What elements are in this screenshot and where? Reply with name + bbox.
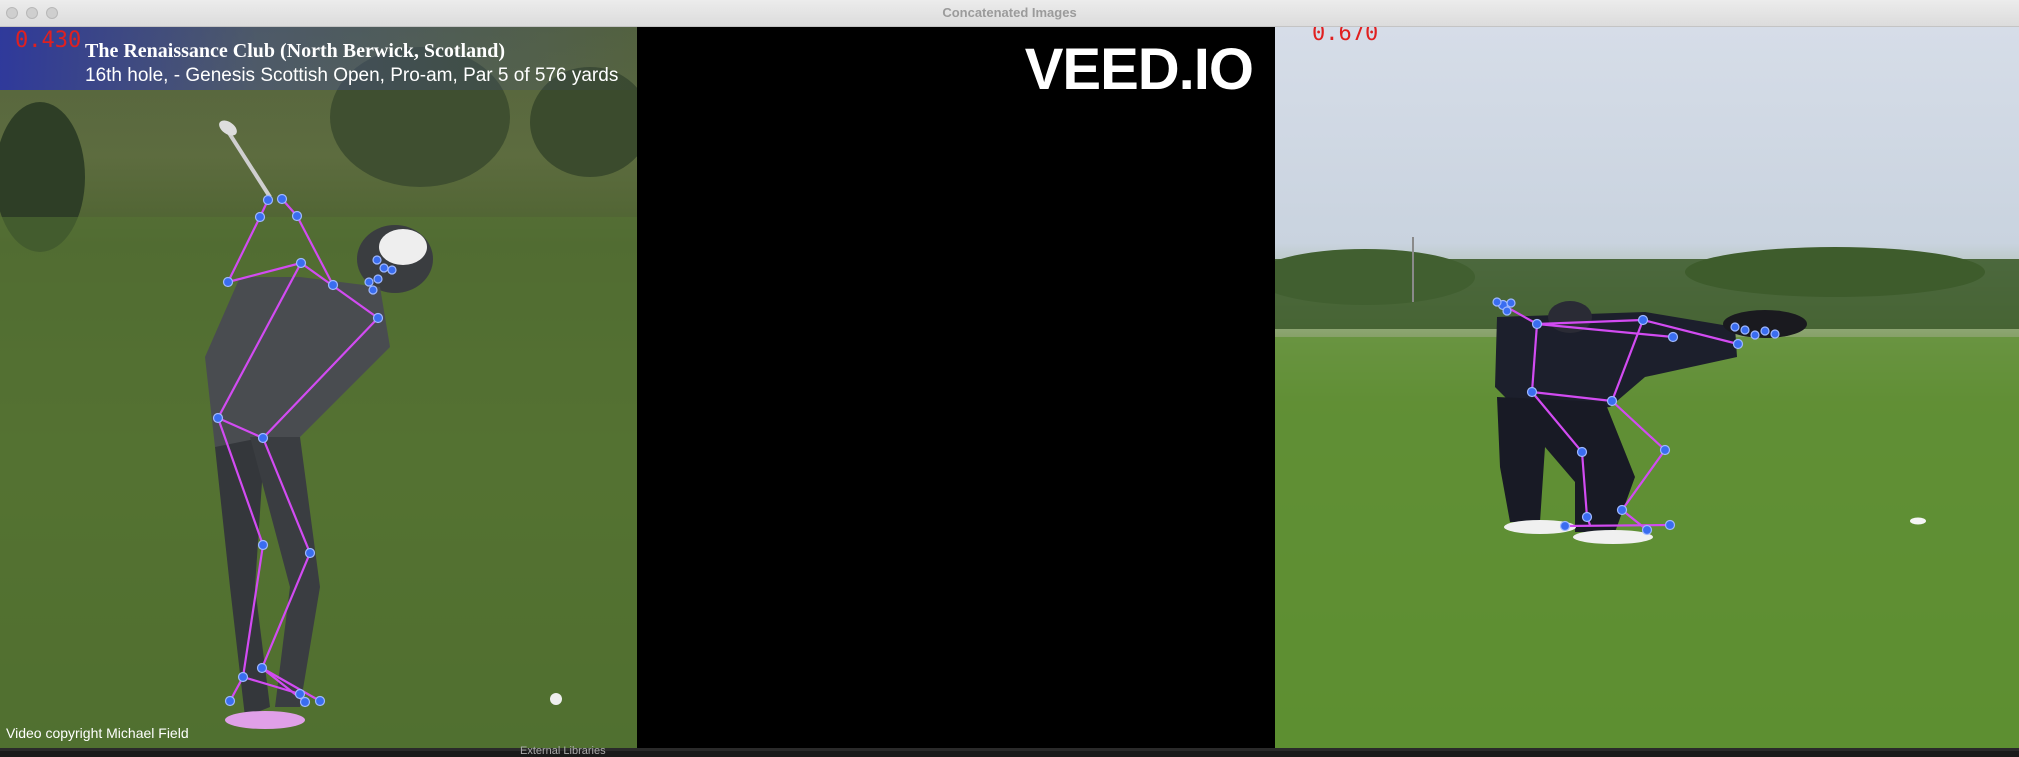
- course-name: The Renaissance Club (North Berwick, Sco…: [85, 40, 506, 62]
- golf-ball: [1910, 517, 1926, 525]
- veed-watermark: VEED.IO: [1024, 37, 1254, 102]
- right-scene: [1275, 237, 2019, 748]
- left-score: 0.430: [15, 28, 82, 53]
- right-score: 0.670: [1312, 27, 1379, 46]
- window-titlebar: Concatenated Images: [0, 0, 2019, 27]
- footer-text: External Libraries: [520, 745, 606, 757]
- middle-black-frame: VEED.IO: [637, 27, 1275, 748]
- golf-ball: [550, 693, 562, 705]
- fairway: [1275, 337, 2019, 748]
- left-scene: [0, 47, 637, 748]
- window-title: Concatenated Images: [942, 5, 1077, 20]
- concatenated-image: 0.430 The Renaissance Club (North Berwic…: [0, 27, 2019, 748]
- left-pose-frame: 0.430 The Renaissance Club (North Berwic…: [0, 27, 637, 748]
- course-detail: 16th hole, - Genesis Scottish Open, Pro-…: [85, 65, 619, 86]
- tree-shape: [1685, 247, 1985, 297]
- right-pose-frame: 0.670: [1275, 27, 2019, 748]
- video-copyright: Video copyright Michael Field: [6, 725, 189, 741]
